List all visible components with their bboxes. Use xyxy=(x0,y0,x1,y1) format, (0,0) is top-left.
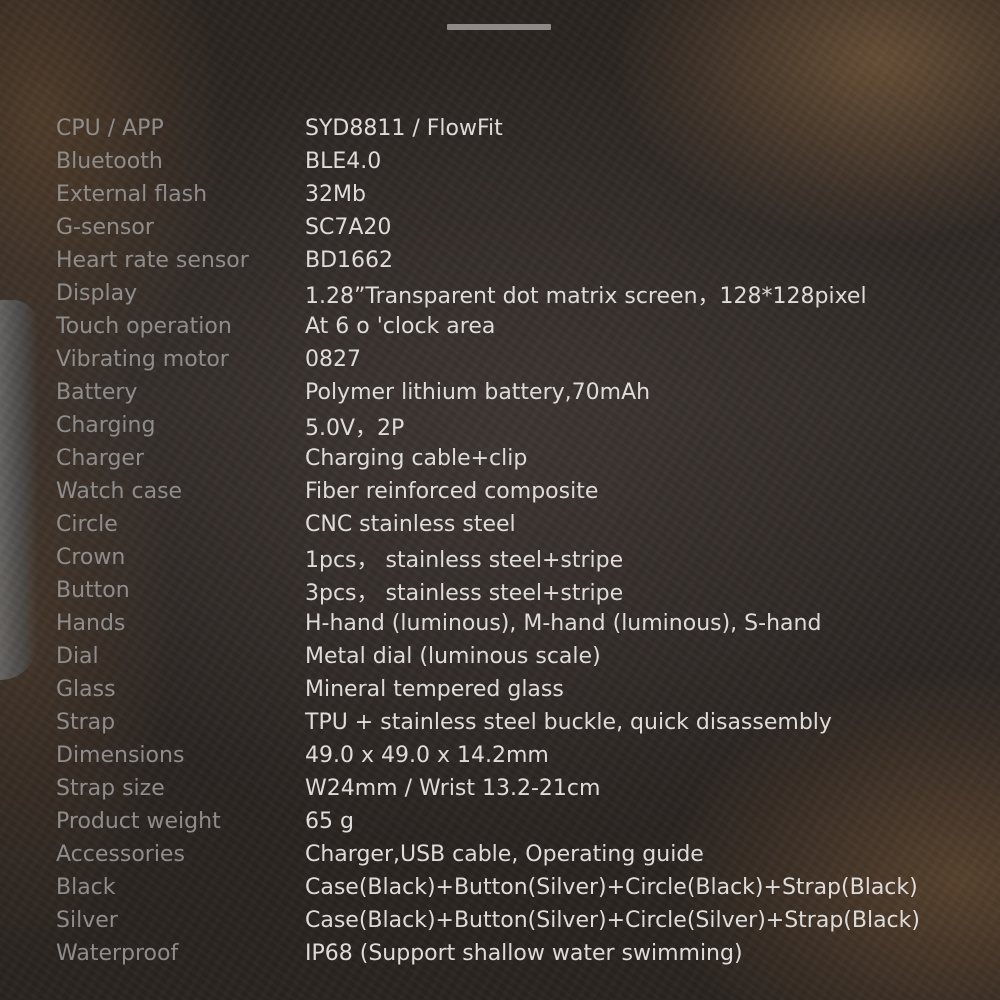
spec-value: SYD8811 / FlowFit xyxy=(305,116,503,141)
spec-row-glass: Glass Mineral tempered glass xyxy=(56,673,956,706)
spec-label: Battery xyxy=(56,380,138,405)
spec-value: 49.0 x 49.0 x 14.2mm xyxy=(305,743,549,768)
spec-value: Case(Black)+Button(Silver)+Circle(Silver… xyxy=(305,908,920,933)
spec-label: Crown xyxy=(56,545,126,570)
spec-value: Case(Black)+Button(Silver)+Circle(Black)… xyxy=(305,875,918,900)
spec-label: Touch operation xyxy=(56,314,232,339)
spec-label: Dimensions xyxy=(56,743,185,768)
spec-value: TPU + stainless steel buckle, quick disa… xyxy=(305,710,832,735)
spec-label: Vibrating motor xyxy=(56,347,229,372)
spec-row-dimensions: Dimensions 49.0 x 49.0 x 14.2mm xyxy=(56,739,956,772)
spec-value: 0827 xyxy=(305,347,361,372)
spec-table: CPU / APP SYD8811 / FlowFit Bluetooth BLE4… xyxy=(56,112,956,970)
spec-row-product-weight: Product weight 65 g xyxy=(56,805,956,838)
spec-row-heart-rate-sensor: Heart rate sensor BD1662 xyxy=(56,244,956,277)
spec-row-silver: Silver Case(Black)+Button(Silver)+Circle(… xyxy=(56,904,956,937)
spec-value: BLE4.0 xyxy=(305,149,382,174)
spec-value: Polymer lithium battery,70mAh xyxy=(305,380,651,405)
spec-row-dial: Dial Metal dial (luminous scale) xyxy=(56,640,956,673)
spec-label: Strap xyxy=(56,710,116,735)
spec-row-touch-operation: Touch operation At 6 o 'clock area xyxy=(56,310,956,343)
spec-value: SC7A20 xyxy=(305,215,392,240)
spec-row-external-flash: External flash 32Mb xyxy=(56,178,956,211)
spec-label: Circle xyxy=(56,512,118,537)
spec-row-crown: Crown 1pcs， stainless steel+stripe xyxy=(56,541,956,574)
spec-value: 32Mb xyxy=(305,182,366,207)
spec-row-hands: Hands H-hand (luminous), M-hand (luminous… xyxy=(56,607,956,640)
spec-row-waterproof: Waterproof IP68 (Support shallow water sw… xyxy=(56,937,956,970)
spec-value: 3pcs， stainless steel+stripe xyxy=(305,580,624,606)
spec-row-strap: Strap TPU + stainless steel buckle, quick… xyxy=(56,706,956,739)
spec-row-cpu-app: CPU / APP SYD8811 / FlowFit xyxy=(56,112,956,145)
spec-value: Charging cable+clip xyxy=(305,446,528,471)
spec-label: Product weight xyxy=(56,809,221,834)
spec-label: Black xyxy=(56,875,116,900)
spec-label: Display xyxy=(56,281,138,306)
spec-label: Glass xyxy=(56,677,116,702)
spec-label: Charging xyxy=(56,413,156,438)
spec-label: Hands xyxy=(56,611,126,636)
spec-row-charger: Charger Charging cable+clip xyxy=(56,442,956,475)
spec-label: Dial xyxy=(56,644,99,669)
spec-value: 1.28”Transparent dot matrix screen，128*1… xyxy=(305,283,867,309)
spec-row-button: Button 3pcs， stainless steel+stripe xyxy=(56,574,956,607)
spec-value: Mineral tempered glass xyxy=(305,677,564,702)
spec-row-bluetooth: Bluetooth BLE4.0 xyxy=(56,145,956,178)
spec-value: 1pcs， stainless steel+stripe xyxy=(305,547,624,573)
spec-row-watch-case: Watch case Fiber reinforced composite xyxy=(56,475,956,508)
spec-value: H-hand (luminous), M-hand (luminous), S-… xyxy=(305,611,822,636)
spec-value: W24mm / Wrist 13.2-21cm xyxy=(305,776,601,801)
spec-row-g-sensor: G-sensor SC7A20 xyxy=(56,211,956,244)
spec-label: Bluetooth xyxy=(56,149,163,174)
spec-row-accessories: Accessories Charger,USB cable, Operating … xyxy=(56,838,956,871)
spec-value: BD1662 xyxy=(305,248,394,273)
spec-row-battery: Battery Polymer lithium battery,70mAh xyxy=(56,376,956,409)
spec-row-circle: Circle CNC stainless steel xyxy=(56,508,956,541)
spec-row-display: Display 1.28”Transparent dot matrix scree… xyxy=(56,277,956,310)
spec-row-strap-size: Strap size W24mm / Wrist 13.2-21cm xyxy=(56,772,956,805)
spec-row-black: Black Case(Black)+Button(Silver)+Circle(B… xyxy=(56,871,956,904)
spec-label: Watch case xyxy=(56,479,183,504)
spec-value: IP68 (Support shallow water swimming) xyxy=(305,941,743,966)
spec-value: CNC stainless steel xyxy=(305,512,516,537)
spec-label: Button xyxy=(56,578,130,603)
spec-label: Strap size xyxy=(56,776,165,801)
spec-label: Silver xyxy=(56,908,118,933)
spec-value: Charger,USB cable, Operating guide xyxy=(305,842,704,867)
spec-row-charging: Charging 5.0V，2P xyxy=(56,409,956,442)
spec-label: Accessories xyxy=(56,842,185,867)
spec-value: 65 g xyxy=(305,809,354,834)
spec-label: Charger xyxy=(56,446,144,471)
drag-handle[interactable] xyxy=(447,24,551,30)
spec-value: Fiber reinforced composite xyxy=(305,479,599,504)
spec-label: Waterproof xyxy=(56,941,179,966)
spec-label: G-sensor xyxy=(56,215,154,240)
spec-value: Metal dial (luminous scale) xyxy=(305,644,601,669)
spec-label: CPU / APP xyxy=(56,116,164,141)
spec-value: At 6 o 'clock area xyxy=(305,314,496,339)
spec-row-vibrating-motor: Vibrating motor 0827 xyxy=(56,343,956,376)
spec-label: Heart rate sensor xyxy=(56,248,249,273)
spec-value: 5.0V，2P xyxy=(305,415,405,441)
spec-label: External flash xyxy=(56,182,208,207)
